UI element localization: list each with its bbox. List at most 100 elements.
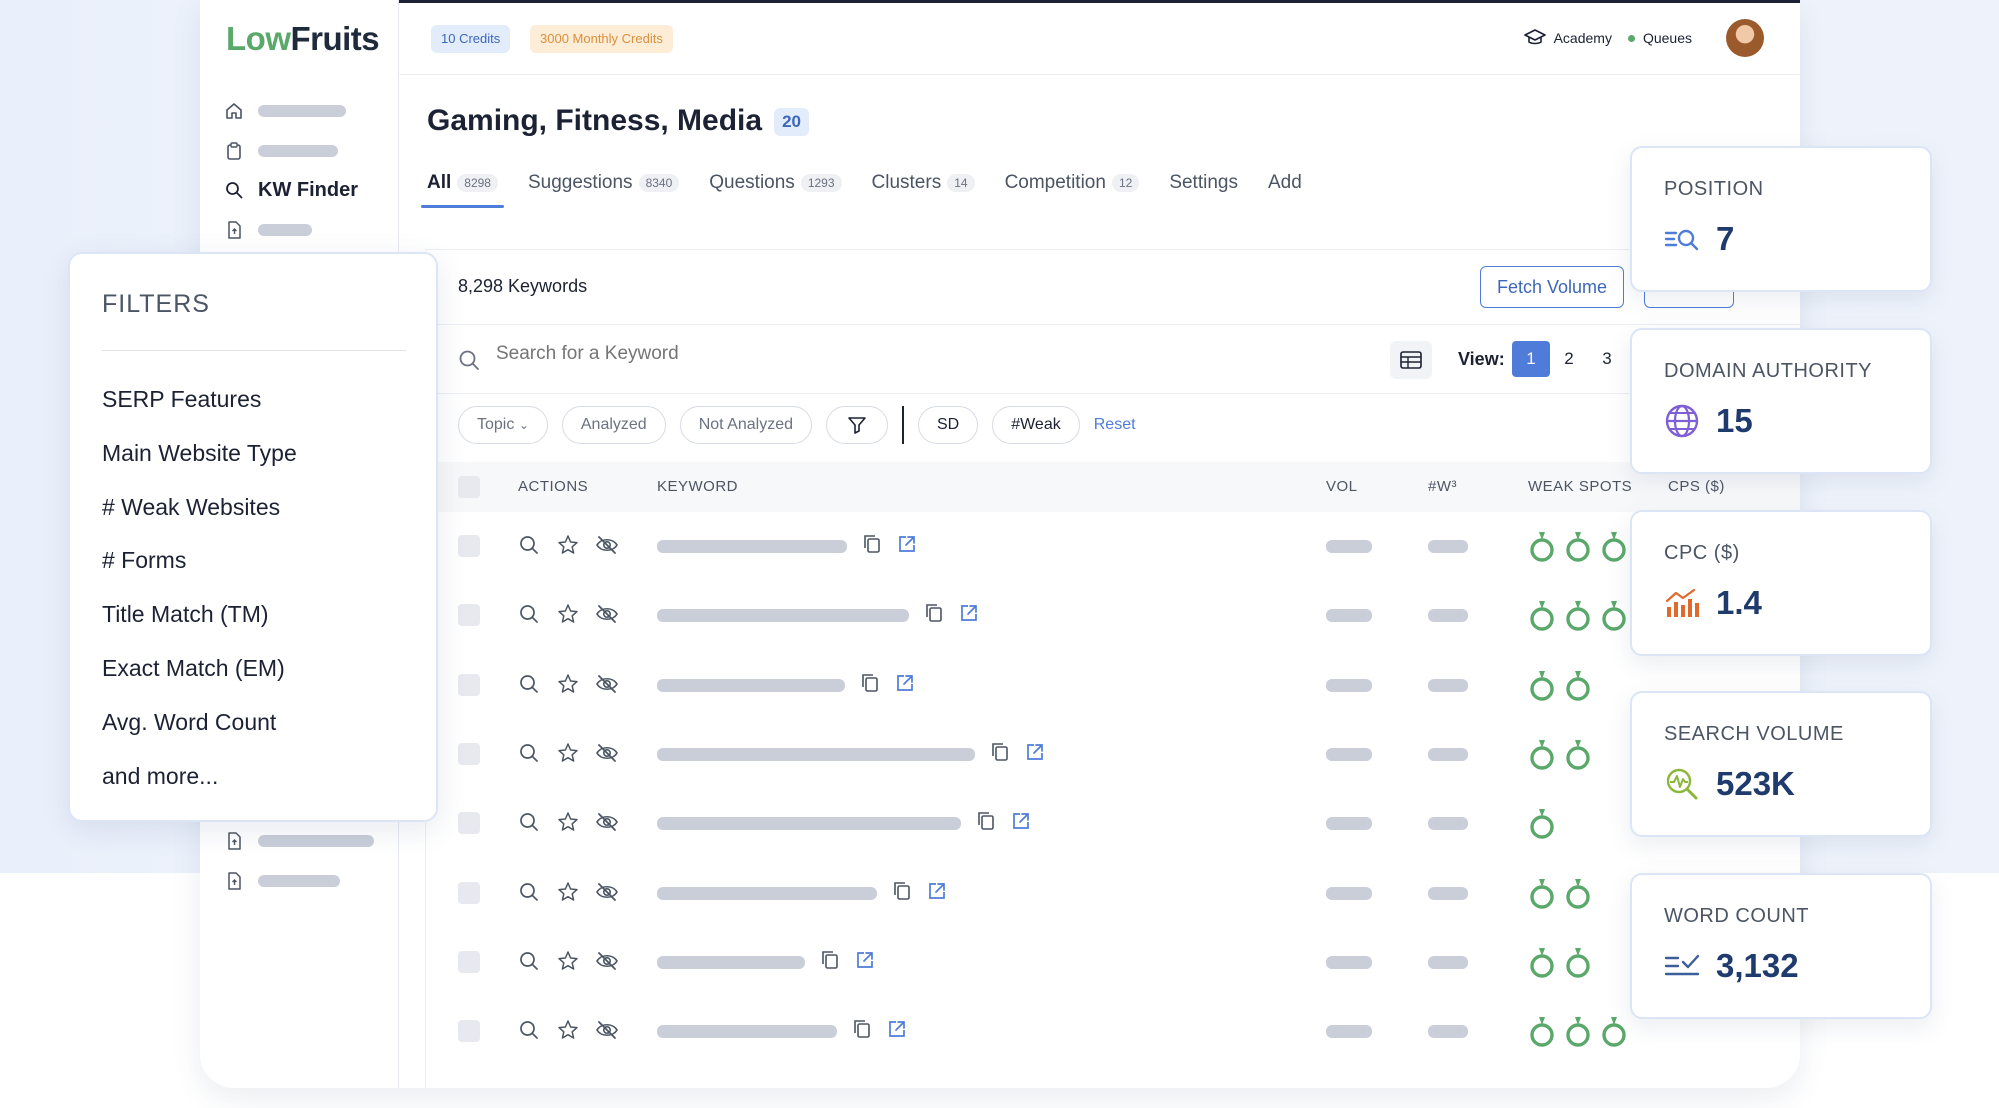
row-favorite-button[interactable] [557,673,579,700]
row-favorite-button[interactable] [557,534,579,561]
sd-chip[interactable]: SD [917,406,979,444]
weak-chip[interactable]: #Weak [992,406,1080,444]
fetch-volume-button[interactable]: Fetch Volume [1480,266,1625,308]
view-page-3[interactable]: 3 [1588,341,1626,377]
row-search-button[interactable] [518,534,540,561]
view-page-1[interactable]: 1 [1512,341,1550,377]
row-open-link-button[interactable] [1025,742,1045,767]
header-weak-spots[interactable]: WEAK SPOTS [1528,478,1632,495]
academy-link[interactable]: Academy [1523,29,1612,47]
row-checkbox[interactable] [458,673,480,696]
row-open-link-button[interactable] [895,673,915,698]
row-search-button[interactable] [518,811,540,838]
row-checkbox[interactable] [458,950,480,973]
filter-item-avg-word-count[interactable]: Avg. Word Count [102,709,276,736]
row-copy-button[interactable] [977,811,995,836]
row-copy-button[interactable] [925,603,943,628]
filter-button[interactable] [825,406,888,444]
filter-item-main-website-type[interactable]: Main Website Type [102,440,297,467]
row-hide-button[interactable] [595,673,619,700]
row-hide-button[interactable] [595,950,619,977]
tab-add[interactable]: Add [1268,172,1302,208]
tab-questions[interactable]: Questions 1293 [709,172,842,208]
sidebar-item-clipboard[interactable] [224,136,338,166]
tab-settings[interactable]: Settings [1169,172,1238,208]
row-favorite-button[interactable] [557,950,579,977]
tab-competition[interactable]: Competition 12 [1005,172,1140,208]
row-hide-button[interactable] [595,742,619,769]
table-view-toggle[interactable] [1390,341,1432,379]
row-open-link-button[interactable] [1011,811,1031,836]
row-hide-button[interactable] [595,603,619,630]
row-copy-button[interactable] [893,881,911,906]
row-search-button[interactable] [518,673,540,700]
row-copy-button[interactable] [821,950,839,975]
queues-link[interactable]: Queues [1627,30,1692,46]
row-search-button[interactable] [518,1019,540,1046]
topic-dropdown[interactable]: Topic ⌄ [458,406,548,444]
sidebar-item-file-2[interactable] [224,826,374,856]
table-row[interactable] [426,928,1800,997]
row-favorite-button[interactable] [557,811,579,838]
row-checkbox[interactable] [458,1020,480,1043]
row-search-button[interactable] [518,881,540,908]
table-row[interactable] [426,997,1800,1066]
header-vol[interactable]: VOL [1326,478,1358,495]
filter-item-more[interactable]: and more... [102,763,218,790]
row-open-link-button[interactable] [959,603,979,628]
row-hide-button[interactable] [595,881,619,908]
row-copy-button[interactable] [863,534,881,559]
tab-suggestions[interactable]: Suggestions 8340 [528,172,680,208]
table-row[interactable] [426,512,1800,581]
row-favorite-button[interactable] [557,603,579,630]
row-search-button[interactable] [518,950,540,977]
row-hide-button[interactable] [595,534,619,561]
analyzed-chip[interactable]: Analyzed [561,406,666,444]
header-cps[interactable]: CPS ($) [1668,478,1725,495]
row-search-button[interactable] [518,742,540,769]
row-favorite-button[interactable] [557,1019,579,1046]
table-row[interactable] [426,651,1800,720]
table-row[interactable] [426,720,1800,789]
avatar[interactable] [1726,19,1764,57]
row-open-link-button[interactable] [887,1019,907,1044]
row-checkbox[interactable] [458,535,480,557]
table-row[interactable] [426,859,1800,928]
row-copy-button[interactable] [861,673,879,698]
row-search-button[interactable] [518,603,540,630]
row-open-link-button[interactable] [855,950,875,975]
table-row[interactable] [426,581,1800,650]
row-favorite-button[interactable] [557,742,579,769]
header-keyword[interactable]: KEYWORD [657,478,738,495]
row-checkbox[interactable] [458,881,480,904]
reset-link[interactable]: Reset [1094,416,1136,434]
filter-item-serp-features[interactable]: SERP Features [102,386,261,413]
sidebar-item-home[interactable] [224,96,346,126]
row-checkbox[interactable] [458,604,480,627]
view-page-2[interactable]: 2 [1550,341,1588,377]
filter-item-title-match[interactable]: Title Match (TM) [102,601,269,628]
row-open-link-button[interactable] [927,881,947,906]
filter-item-exact-match[interactable]: Exact Match (EM) [102,655,285,682]
keyword-search-input[interactable] [496,343,1096,365]
table-row[interactable] [426,789,1800,858]
logo[interactable]: LowFruits [226,20,380,58]
row-checkbox[interactable] [458,812,480,835]
row-copy-button[interactable] [991,742,1009,767]
row-favorite-button[interactable] [557,881,579,908]
header-w[interactable]: #W³ [1428,478,1457,495]
row-copy-button[interactable] [853,1019,871,1044]
not-analyzed-chip[interactable]: Not Analyzed [679,406,812,444]
row-open-link-button[interactable] [897,534,917,559]
sidebar-item-kw-finder[interactable]: KW Finder [224,175,358,205]
filter-item-weak-websites[interactable]: # Weak Websites [102,494,280,521]
tab-clusters[interactable]: Clusters 14 [872,172,975,208]
row-hide-button[interactable] [595,811,619,838]
sidebar-item-file-3[interactable] [224,866,340,896]
row-checkbox[interactable] [458,742,480,765]
filter-item-forms[interactable]: # Forms [102,547,186,574]
tab-all[interactable]: All 8298 [421,172,504,208]
row-hide-button[interactable] [595,1019,619,1046]
sidebar-item-file[interactable] [224,215,312,245]
select-all-checkbox[interactable] [458,476,480,498]
